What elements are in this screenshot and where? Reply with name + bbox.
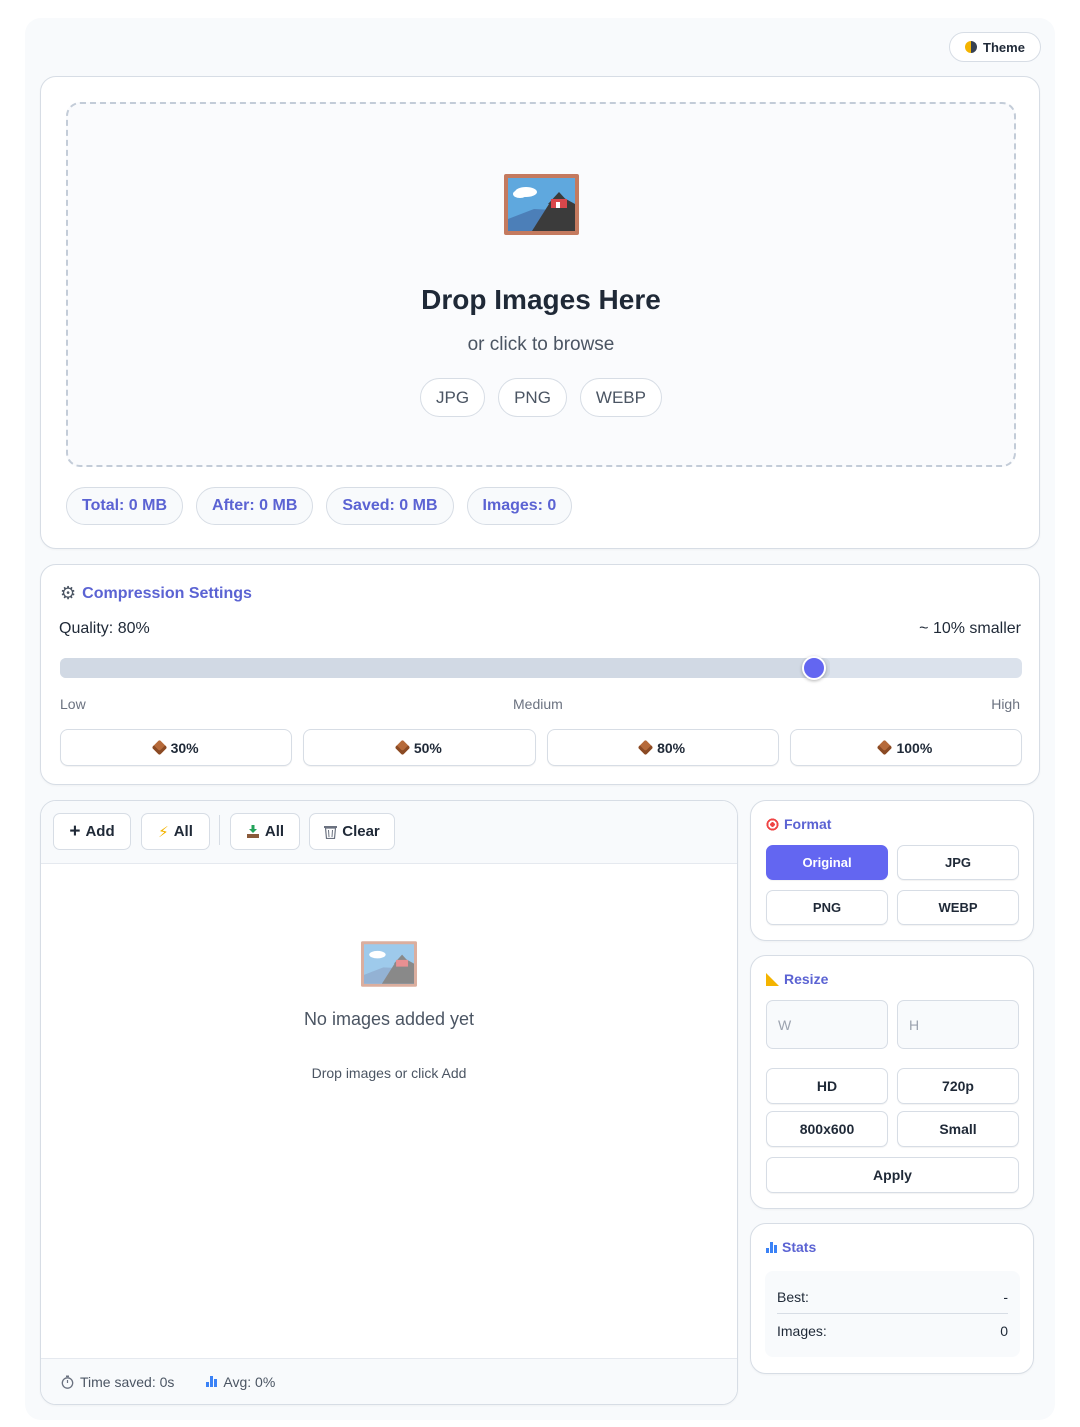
image-list-panel: + Add ⚡ All All Clear No images added ye… <box>40 800 738 1405</box>
half-moon-icon <box>965 41 978 53</box>
size-estimate: ~ 10% smaller <box>919 620 1021 637</box>
download-all-button[interactable]: All <box>230 813 300 850</box>
compression-title: ⚙ Compression Settings <box>60 583 252 604</box>
best-value: - <box>1003 1289 1008 1305</box>
preset-label: 50% <box>413 739 442 756</box>
package-icon <box>877 739 893 756</box>
triangular-ruler-icon <box>766 972 779 986</box>
quality-slider[interactable] <box>60 656 1022 680</box>
apply-resize-button[interactable]: Apply <box>766 1157 1019 1193</box>
image-count-badge: Images: 0 <box>466 487 573 525</box>
stats-card: Stats Best: - Images: 0 <box>750 1223 1034 1374</box>
preset-label: 30% <box>170 739 199 756</box>
add-button[interactable]: + Add <box>53 813 131 850</box>
format-pill-webp: WEBP <box>579 378 662 417</box>
resize-title: Resize <box>766 971 828 987</box>
level-high-label: High <box>991 696 1020 712</box>
compression-settings-card: ⚙ Compression Settings Quality: 80% ~ 10… <box>40 564 1040 785</box>
wastebasket-icon <box>324 825 338 839</box>
compress-all-button[interactable]: ⚡ All <box>141 813 210 850</box>
drop-subtitle: or click to browse <box>467 334 615 355</box>
format-original-button[interactable]: Original <box>766 845 888 880</box>
resize-title-label: Resize <box>784 971 829 987</box>
add-label: Add <box>85 823 115 840</box>
empty-state-subtitle: Drop images or click Add <box>311 1065 467 1081</box>
stopwatch-icon <box>61 1375 74 1389</box>
framed-picture-icon <box>504 174 579 235</box>
images-label: Images: <box>777 1322 827 1339</box>
image-panel-footer: Time saved: 0s Avg: 0% <box>41 1358 737 1404</box>
best-label: Best: <box>777 1289 809 1305</box>
package-icon <box>394 739 411 756</box>
format-png-button[interactable]: PNG <box>766 890 888 925</box>
download-all-label: All <box>264 823 285 840</box>
average-stat: Avg: 0% <box>206 1374 275 1390</box>
saved-size-badge: Saved: 0 MB <box>326 487 454 525</box>
width-input[interactable] <box>766 1000 888 1049</box>
resize-hd-button[interactable]: HD <box>766 1068 888 1104</box>
format-jpg-button[interactable]: JPG <box>897 845 1019 880</box>
clear-button[interactable]: Clear <box>309 813 395 850</box>
quality-slider-thumb[interactable] <box>801 656 826 680</box>
total-size-badge: Total: 0 MB <box>66 487 184 525</box>
stats-row-best: Best: - <box>777 1281 1008 1314</box>
resize-small-button[interactable]: Small <box>897 1111 1019 1147</box>
average-label: Avg: 0% <box>223 1373 276 1390</box>
stats-title: Stats <box>766 1239 816 1255</box>
stats-row-images: Images: 0 <box>777 1314 1008 1347</box>
level-low-label: Low <box>60 696 86 712</box>
after-size-badge: After: 0 MB <box>196 487 314 525</box>
time-saved-stat: Time saved: 0s <box>61 1374 174 1390</box>
format-pills: JPG PNG WEBP <box>68 378 1014 417</box>
lightning-icon: ⚡ <box>158 823 169 841</box>
format-webp-button[interactable]: WEBP <box>897 890 1019 925</box>
resize-800x600-button[interactable]: 800x600 <box>766 1111 888 1147</box>
quality-slider-fill <box>60 658 830 678</box>
time-saved-label: Time saved: 0s <box>80 1373 175 1390</box>
preset-label: 80% <box>657 739 686 756</box>
preset-50-button[interactable]: 50% <box>303 729 536 766</box>
level-medium-label: Medium <box>513 696 563 712</box>
images-value: 0 <box>1000 1322 1008 1339</box>
empty-state-title: No images added yet <box>303 1009 475 1029</box>
format-card: Format Original JPG PNG WEBP <box>750 800 1034 941</box>
size-stats: Total: 0 MB After: 0 MB Saved: 0 MB Imag… <box>66 487 573 525</box>
target-icon <box>766 817 779 831</box>
format-title: Format <box>766 816 831 832</box>
gear-icon: ⚙ <box>60 583 77 603</box>
drop-zone[interactable]: Drop Images Here or click to browse JPG … <box>66 102 1016 467</box>
stats-table: Best: - Images: 0 <box>765 1271 1020 1357</box>
format-pill-png: PNG <box>498 378 567 417</box>
plus-icon: + <box>69 820 81 842</box>
compression-title-label: Compression Settings <box>82 584 252 602</box>
resize-720p-button[interactable]: 720p <box>897 1068 1019 1104</box>
preset-30-button[interactable]: 30% <box>60 729 293 766</box>
clear-label: Clear <box>342 823 380 840</box>
image-toolbar: + Add ⚡ All All Clear <box>41 801 737 864</box>
theme-label: Theme <box>983 39 1025 55</box>
quality-presets: 30% 50% 80% 100% <box>60 729 1022 766</box>
toolbar-divider <box>219 815 220 845</box>
resize-card: Resize HD 720p 800x600 Small Apply <box>750 955 1034 1209</box>
package-icon <box>151 739 167 756</box>
theme-toggle-button[interactable]: Theme <box>949 32 1041 62</box>
quality-label: Quality: 80% <box>59 620 150 637</box>
preset-100-button[interactable]: 100% <box>789 729 1022 766</box>
package-icon <box>637 739 654 756</box>
upload-card: Drop Images Here or click to browse JPG … <box>40 76 1040 549</box>
format-pill-jpg: JPG <box>420 378 486 417</box>
framed-picture-icon <box>361 941 417 987</box>
download-tray-icon <box>246 824 259 838</box>
preset-80-button[interactable]: 80% <box>546 729 779 766</box>
drop-title: Drop Images Here <box>421 284 661 315</box>
stats-title-label: Stats <box>782 1239 817 1255</box>
height-input[interactable] <box>897 1000 1019 1049</box>
preset-label: 100% <box>896 739 933 756</box>
compress-all-label: All <box>173 823 193 840</box>
format-title-label: Format <box>784 816 832 832</box>
bar-chart-icon <box>206 1376 218 1387</box>
bar-chart-icon <box>766 1241 777 1253</box>
